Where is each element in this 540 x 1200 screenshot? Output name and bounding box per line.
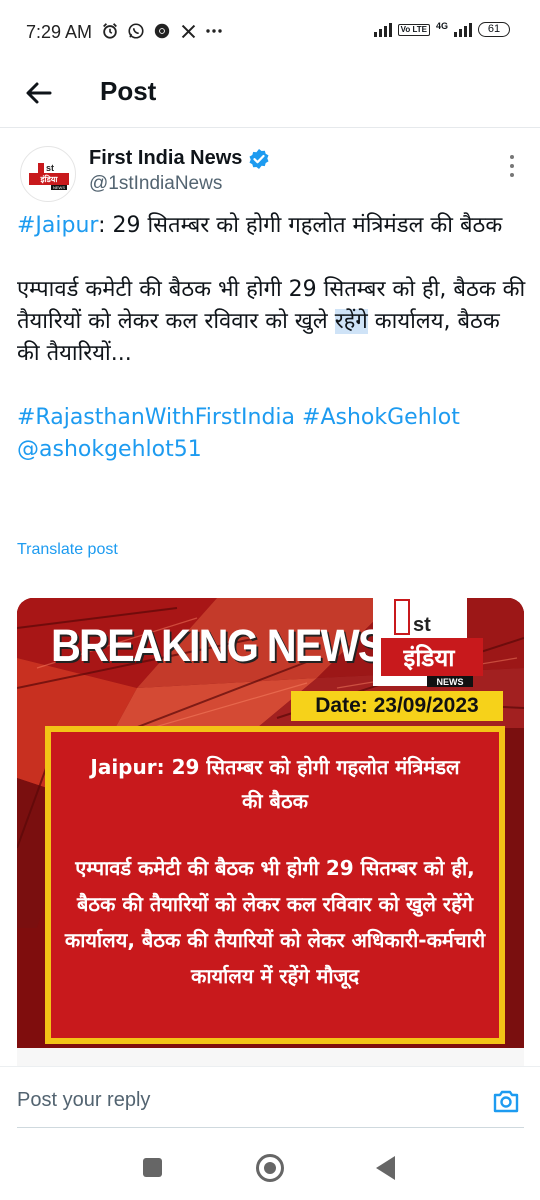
post-paragraph-3: #RajasthanWithFirstIndia #AshokGehlot @as… <box>17 402 527 466</box>
signal-icon <box>373 22 392 37</box>
author-name[interactable]: First India News <box>89 147 242 170</box>
post-image[interactable]: BREAKING NEWS st इंडिया NEWS Date: 23/09… <box>17 598 524 1066</box>
status-bar: 7:29 AM Vo LTE 4G 61 <box>0 0 540 66</box>
news-body: एम्पावर्ड कमेटी की बैठक भी होगी 29 सितम्… <box>64 856 486 988</box>
svg-text:इंडिया: इंडिया <box>403 644 456 672</box>
battery-icon: 61 <box>478 22 510 37</box>
breaking-news-banner: BREAKING NEWS <box>51 620 385 671</box>
avatar[interactable]: st इंडिया NEWS <box>20 146 76 202</box>
news-card: Jaipur: 29 सितम्बर को होगी गहलोत मंत्रिम… <box>45 726 505 1044</box>
alarm-icon <box>100 21 120 41</box>
reply-input[interactable]: Post your reply <box>17 1089 150 1112</box>
reply-bar: Post your reply <box>0 1066 540 1146</box>
x-icon <box>178 21 198 41</box>
svg-text:इंडिया: इंडिया <box>40 174 59 184</box>
hashtag-rajasthan[interactable]: #RajasthanWithFirstIndia <box>17 405 295 430</box>
post-line1-text: : 29 सितम्बर को होगी गहलोत मंत्रिमंडल की… <box>98 213 503 238</box>
chrome-icon <box>152 21 172 41</box>
more-dots-icon <box>204 21 224 41</box>
arrow-left-icon[interactable] <box>22 76 56 110</box>
svg-text:NEWS: NEWS <box>53 185 65 190</box>
hashtag-ashokgehlot[interactable]: #AshokGehlot <box>302 405 460 430</box>
status-time: 7:29 AM <box>26 22 93 42</box>
author-handle[interactable]: @1stIndiaNews <box>89 173 222 195</box>
hashtag-jaipur[interactable]: #Jaipur <box>17 213 98 238</box>
verified-badge-icon <box>248 148 270 170</box>
volte-badge: Vo LTE <box>397 23 430 36</box>
system-indicators: Vo LTE 4G 61 <box>373 20 510 37</box>
first-india-logo: st इंडिया NEWS <box>373 598 493 688</box>
signal-icon-2 <box>454 22 472 37</box>
selected-text: रहेंगे <box>334 309 368 334</box>
whatsapp-icon <box>126 21 146 41</box>
post-paragraph-1: #Jaipur: 29 सितम्बर को होगी गहलोत मंत्रि… <box>17 210 527 242</box>
recents-square-icon[interactable] <box>143 1158 162 1177</box>
system-navigation-bar <box>0 1146 540 1200</box>
home-circle-icon[interactable] <box>256 1154 284 1182</box>
back-triangle-icon[interactable] <box>376 1156 395 1180</box>
more-options-icon[interactable] <box>508 155 516 177</box>
date-badge: Date: 23/09/2023 <box>291 691 503 721</box>
network-type: 4G <box>435 20 448 31</box>
reply-underline <box>17 1127 524 1128</box>
mention-ashokgehlot[interactable]: @ashokgehlot51 <box>17 437 202 462</box>
camera-icon[interactable] <box>492 1087 520 1115</box>
top-app-bar: Post <box>0 66 540 128</box>
svg-text:NEWS: NEWS <box>437 677 464 687</box>
image-bottom-strip <box>17 1048 524 1066</box>
svg-text:st: st <box>46 163 54 173</box>
post-text: #Jaipur: 29 सितम्बर को होगी गहलोत मंत्रि… <box>17 210 527 498</box>
svg-text:st: st <box>413 614 431 636</box>
translate-post-link[interactable]: Translate post <box>17 541 118 559</box>
page-title: Post <box>100 76 157 106</box>
news-headline: Jaipur: 29 सितम्बर को होगी गहलोत मंत्रिम… <box>90 755 460 813</box>
notification-icons <box>100 21 224 41</box>
post-paragraph-2: एम्पावर्ड कमेटी की बैठक भी होगी 29 सितम्… <box>17 274 527 370</box>
